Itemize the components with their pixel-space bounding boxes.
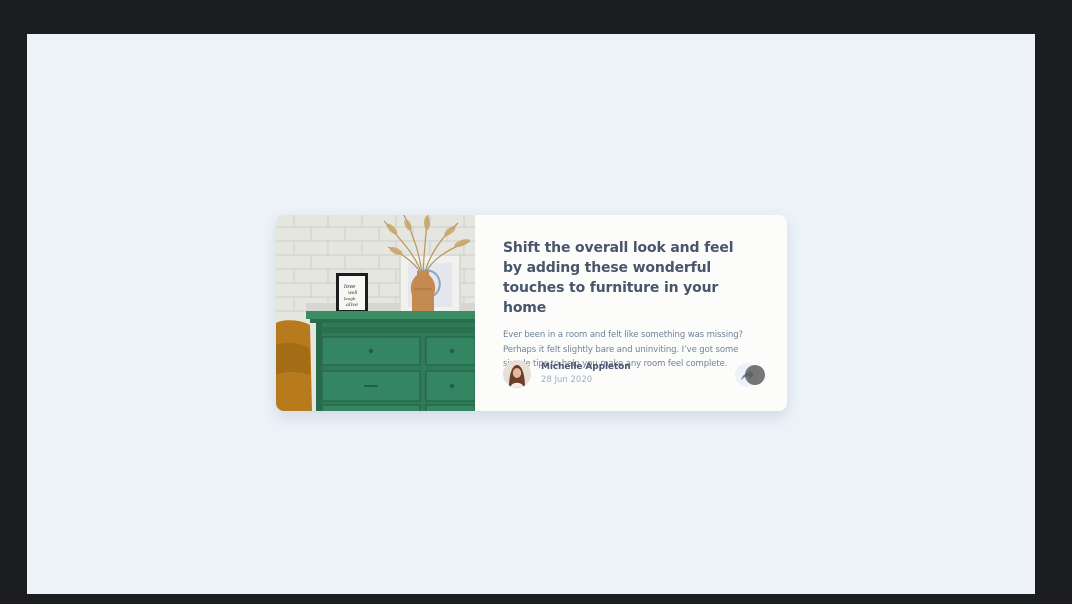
page-background: love well laugh alive Shift the overall …: [27, 34, 1035, 594]
author-name: Michelle Appleton: [541, 362, 631, 372]
svg-text:laugh: laugh: [344, 296, 356, 301]
share-control: [735, 363, 767, 387]
publish-date: 28 Jun 2020: [541, 375, 593, 385]
svg-text:love: love: [344, 284, 356, 290]
author-block: Michelle Appleton 28 Jun 2020: [503, 360, 631, 388]
drawers-image: love well laugh alive: [276, 215, 475, 411]
avatar: [503, 360, 531, 388]
svg-text:alive: alive: [346, 302, 358, 308]
drawers-photo-illustration: love well laugh alive: [276, 215, 475, 411]
article-content: Shift the overall look and feel by addin…: [475, 215, 787, 411]
author-meta: Michelle Appleton 28 Jun 2020: [541, 361, 631, 387]
article-preview-card: love well laugh alive Shift the overall …: [276, 215, 787, 411]
article-title[interactable]: Shift the overall look and feel by addin…: [503, 238, 755, 318]
pointer-cursor-indicator: [745, 365, 765, 385]
